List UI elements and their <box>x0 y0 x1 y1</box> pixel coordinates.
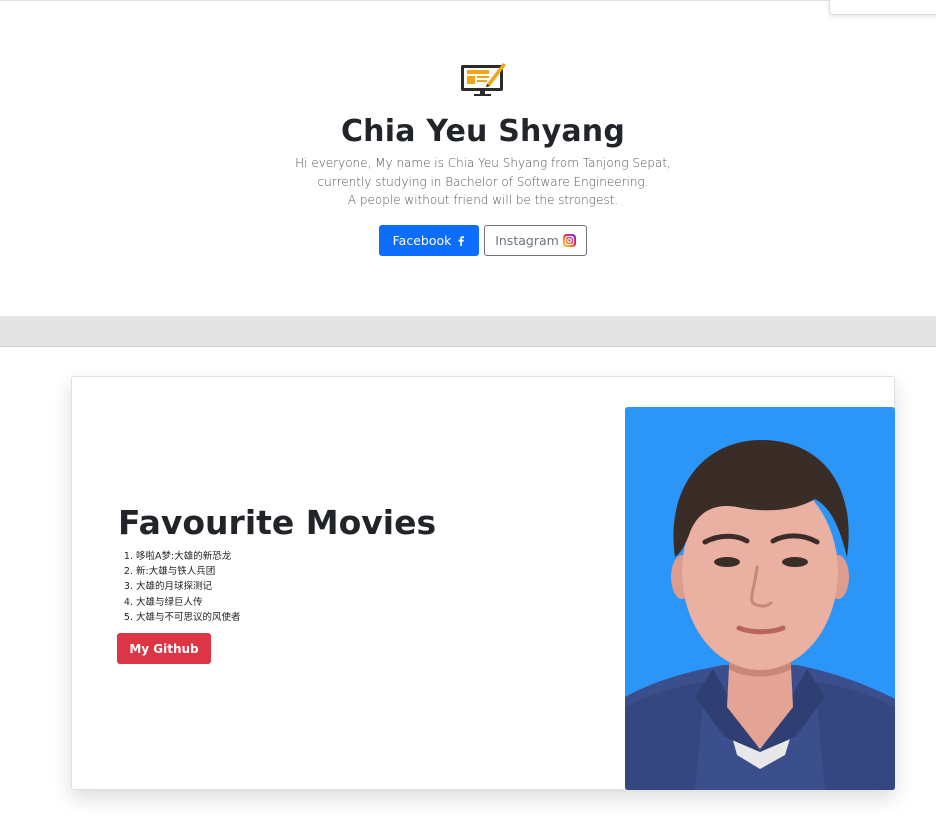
bio-line: A people without friend will be the stro… <box>347 193 619 207</box>
github-button[interactable]: My Github <box>117 633 211 664</box>
list-item: 哆啦A梦:大雄的新恐龙 <box>136 549 241 564</box>
instagram-button-label: Instagram <box>495 233 559 248</box>
movie-list: 哆啦A梦:大雄的新恐龙 新:大雄与铁人兵团 大雄的月球探测记 大雄与绿巨人传 大… <box>118 549 241 625</box>
instagram-button[interactable]: Instagram <box>484 225 587 256</box>
facebook-icon <box>458 236 465 246</box>
floating-panel <box>829 0 936 15</box>
favourite-movies-card: Favourite Movies 哆啦A梦:大雄的新恐龙 新:大雄与铁人兵团 大… <box>71 376 895 790</box>
bio-line: Hi everyone, My name is Chia Yeu Shyang … <box>295 156 671 170</box>
section-divider-band <box>0 316 936 347</box>
facebook-button[interactable]: Facebook <box>379 225 479 256</box>
bio-text: Hi everyone, My name is Chia Yeu Shyang … <box>0 154 936 210</box>
page-title: Chia Yeu Shyang <box>340 114 626 149</box>
list-item: 大雄的月球探测记 <box>136 579 241 594</box>
movies-title: Favourite Movies <box>118 503 437 542</box>
hero-section: Chia Yeu Shyang Hi everyone, My name is … <box>0 0 936 316</box>
list-item: 大雄与不可思议的风使者 <box>136 610 241 625</box>
instagram-icon <box>562 234 576 247</box>
top-divider <box>0 0 936 1</box>
monitor-pencil-icon <box>461 63 506 96</box>
profile-photo <box>625 407 895 790</box>
portrait-illustration <box>625 407 895 790</box>
list-item: 大雄与绿巨人传 <box>136 595 241 610</box>
bio-line: currently studying in Bachelor of Softwa… <box>317 174 649 189</box>
list-item: 新:大雄与铁人兵团 <box>136 564 241 579</box>
facebook-button-label: Facebook <box>392 233 452 248</box>
